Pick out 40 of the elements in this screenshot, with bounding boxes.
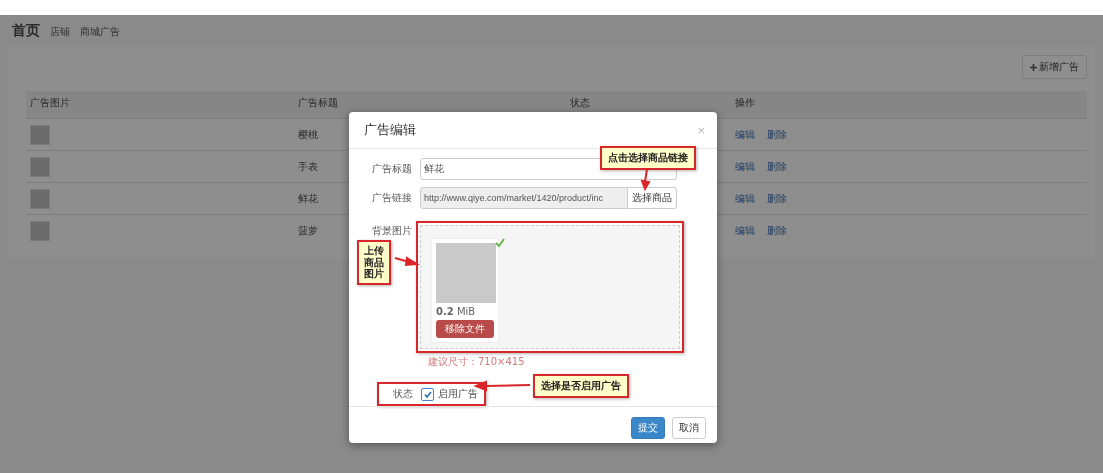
action-link[interactable]: 编辑 [735, 191, 755, 206]
photo-placeholder [30, 220, 50, 241]
action-link[interactable]: 编辑 [735, 127, 755, 142]
remove-file-button[interactable]: 移除文件 [436, 320, 494, 338]
breadcrumb-item[interactable]: 商城广告 [80, 25, 120, 39]
submit-button[interactable]: 提交 [631, 417, 665, 439]
cancel-button[interactable]: 取消 [672, 417, 706, 439]
photo-placeholder [30, 156, 50, 177]
action-link[interactable]: 删除 [767, 159, 787, 174]
select-product-button[interactable]: 选择商品 [628, 187, 677, 209]
breadcrumb-home[interactable]: 首页 [12, 22, 40, 40]
dialog-title: 广告编辑 [364, 121, 416, 139]
check-icon [423, 390, 432, 398]
checkbox[interactable] [421, 387, 434, 401]
action-link[interactable]: 编辑 [735, 223, 755, 238]
action-link[interactable]: 编辑 [735, 159, 755, 174]
plus-icon [1030, 63, 1037, 71]
column-header: 操作 [731, 91, 1087, 118]
action-link[interactable]: 删除 [767, 127, 787, 142]
field-label: 状态 [392, 387, 413, 401]
breadcrumb-item[interactable]: 店铺 [50, 25, 70, 39]
photo-placeholder [436, 243, 496, 303]
action-link[interactable]: 删除 [767, 191, 787, 206]
field-label: 广告标题 [371, 162, 412, 176]
add-ad-button[interactable]: 新增广告 [1022, 55, 1087, 79]
photo-placeholder [30, 124, 50, 145]
file-size: 0.2 MiB [436, 306, 477, 317]
annotation-tooltip: 选择是否启用广告 [533, 374, 629, 398]
checkbox-label: 启用广告 [438, 387, 478, 401]
annotation-tooltip: 点击选择商品链接 [600, 146, 696, 170]
annotation-tooltip: 上传商品图片 [357, 240, 391, 285]
upload-dropzone[interactable]: 0.2 MiB 移除文件 [420, 225, 680, 349]
field-label: 广告链接 [371, 191, 412, 205]
annotation-arrow [642, 169, 650, 189]
input-field[interactable]: http://www.qiye.com/market/1420/product/inc [420, 187, 628, 209]
action-link[interactable]: 删除 [767, 223, 787, 238]
photo-placeholder [30, 188, 50, 209]
size-hint: 建议尺寸：710×415 [428, 355, 526, 369]
column-header: 广告图片 [26, 91, 294, 118]
field-label: 背景图片 [371, 224, 412, 238]
